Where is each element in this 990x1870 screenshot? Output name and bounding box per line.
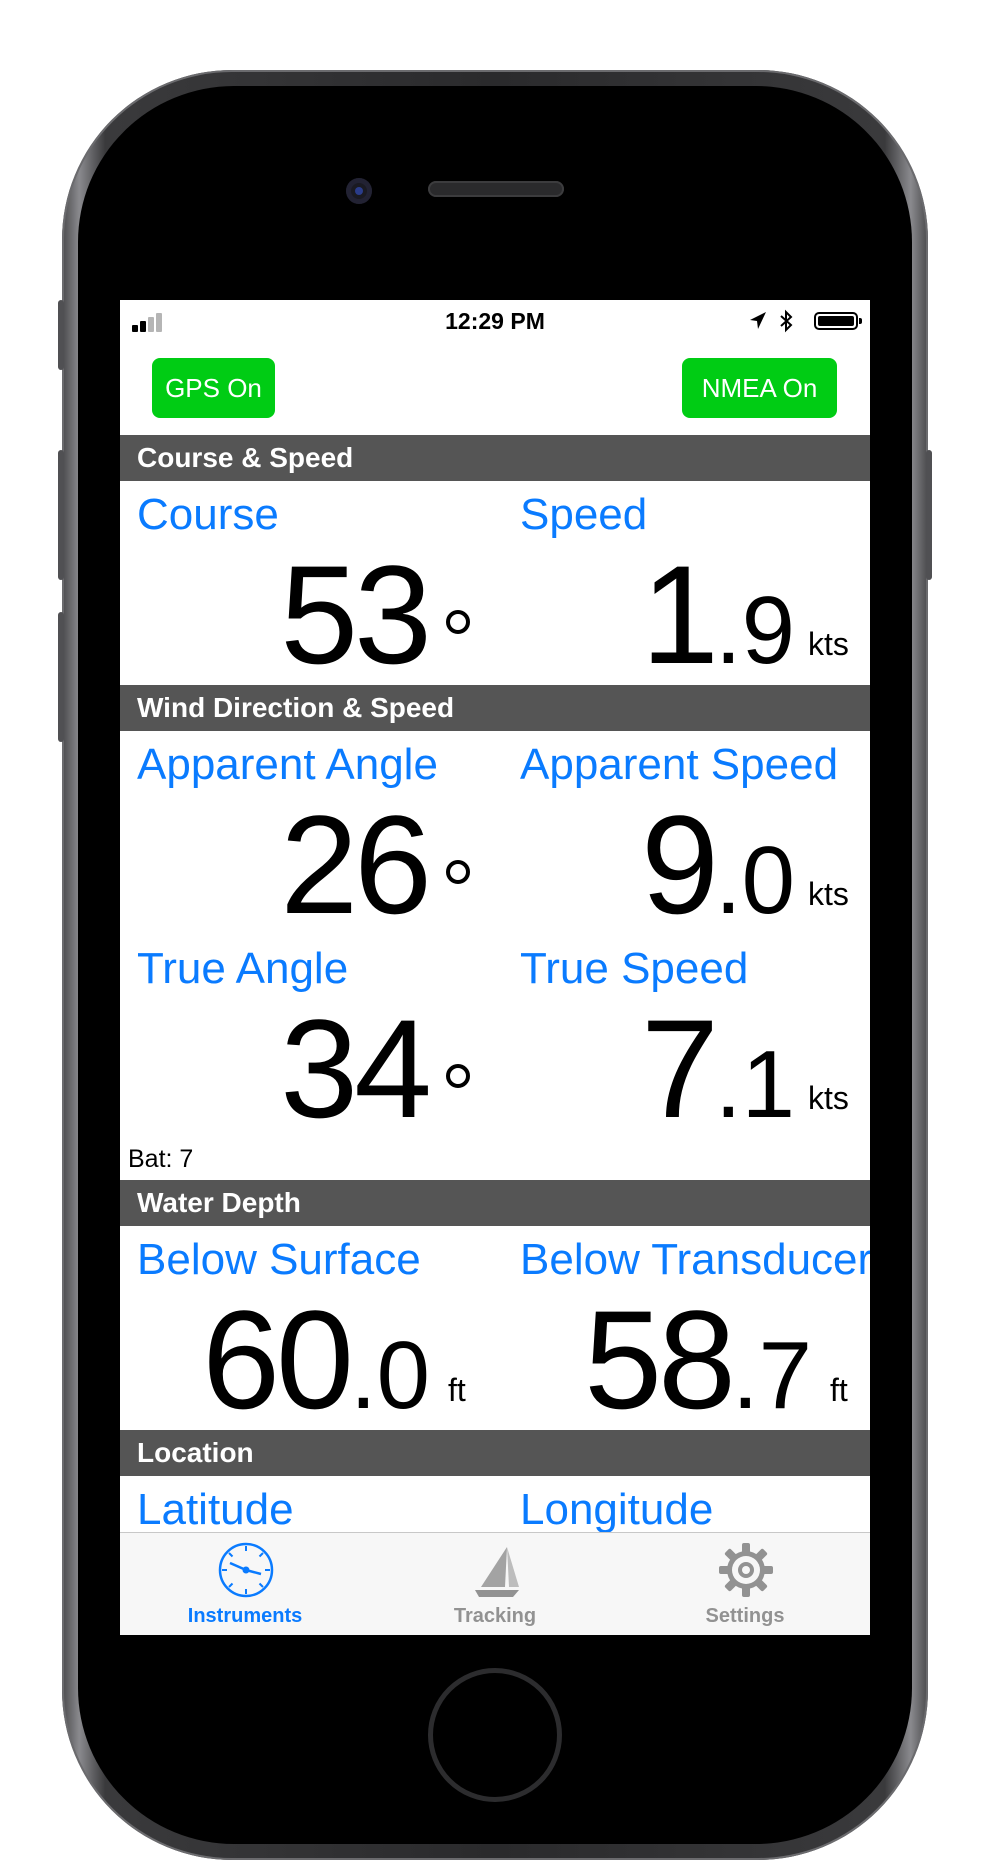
degree-symbol xyxy=(446,610,470,634)
true-speed-value: 7.1 xyxy=(641,988,795,1150)
degree-symbol xyxy=(446,860,470,884)
true-angle-number: 34 xyxy=(280,990,432,1147)
apparent-speed-value: 9.0 xyxy=(641,784,795,946)
section-header-course-speed: Course & Speed xyxy=(120,435,870,481)
course-label: Course xyxy=(137,490,279,539)
below-surface-value: 60.0 xyxy=(202,1279,430,1441)
gps-toggle-button[interactable]: GPS On xyxy=(152,358,275,418)
speed-unit: kts xyxy=(808,626,849,662)
true-angle-value: 34 xyxy=(280,988,432,1150)
volume-down-button xyxy=(58,612,64,742)
degree-symbol xyxy=(446,1064,470,1088)
apparent-speed-label: Apparent Speed xyxy=(520,740,839,789)
true-speed-whole: 7 xyxy=(641,990,719,1147)
earpiece-speaker xyxy=(428,181,564,197)
gauge-icon xyxy=(218,1542,274,1598)
tab-label-instruments: Instruments xyxy=(187,1605,303,1627)
power-button xyxy=(926,450,932,580)
status-bar: 12:29 PM xyxy=(120,300,870,342)
section-header-wind: Wind Direction & Speed xyxy=(120,685,870,731)
apparent-angle-number: 26 xyxy=(280,786,432,943)
below-surface-unit: ft xyxy=(448,1372,466,1408)
section-header-location: Location xyxy=(120,1430,870,1476)
below-surface-decimal: .0 xyxy=(349,1322,430,1429)
section-header-depth: Water Depth xyxy=(120,1180,870,1226)
true-speed-unit: kts xyxy=(808,1080,849,1116)
speed-label: Speed xyxy=(520,490,648,539)
longitude-label: Longitude xyxy=(520,1485,714,1534)
course-value: 53 xyxy=(280,534,432,696)
apparent-angle-value: 26 xyxy=(280,784,432,946)
nmea-toggle-button[interactable]: NMEA On xyxy=(682,358,837,418)
apparent-speed-whole: 9 xyxy=(641,786,719,943)
true-angle-label: True Angle xyxy=(137,944,349,993)
apparent-speed-unit: kts xyxy=(808,876,849,912)
latitude-label: Latitude xyxy=(137,1485,294,1534)
status-icons xyxy=(748,309,862,333)
front-camera xyxy=(346,178,372,204)
speed-decimal: .9 xyxy=(714,577,795,684)
speed-value: 1.9 xyxy=(641,534,795,696)
volume-up-button xyxy=(58,450,64,580)
below-transducer-unit: ft xyxy=(830,1372,848,1408)
below-transducer-decimal: .7 xyxy=(731,1322,812,1429)
below-transducer-whole: 58 xyxy=(584,1281,736,1438)
true-speed-label: True Speed xyxy=(520,944,749,993)
tab-settings[interactable]: Settings xyxy=(620,1533,870,1635)
course-number: 53 xyxy=(280,536,432,693)
home-button[interactable] xyxy=(428,1668,562,1802)
battery-readout: Bat: 7 xyxy=(128,1145,194,1173)
below-transducer-value: 58.7 xyxy=(584,1279,812,1441)
tab-label-settings: Settings xyxy=(705,1605,785,1627)
app-screen: 12:29 PM GPS On NMEA On Course & Speed C… xyxy=(120,300,870,1635)
bluetooth-icon xyxy=(780,309,793,333)
tab-label-tracking: Tracking xyxy=(453,1605,537,1627)
below-transducer-label: Below Transducer xyxy=(520,1235,870,1284)
below-surface-whole: 60 xyxy=(202,1281,354,1438)
speed-whole: 1 xyxy=(641,536,719,693)
tab-tracking[interactable]: Tracking xyxy=(370,1533,620,1635)
tab-instruments[interactable]: Instruments xyxy=(120,1533,370,1635)
apparent-speed-decimal: .0 xyxy=(714,827,795,934)
sailboat-icon xyxy=(475,1547,519,1597)
battery-icon xyxy=(814,312,862,330)
location-arrow-icon xyxy=(750,312,766,329)
apparent-angle-label: Apparent Angle xyxy=(137,740,438,789)
true-speed-decimal: .1 xyxy=(714,1031,795,1138)
mute-switch xyxy=(58,300,64,370)
gear-icon xyxy=(719,1543,773,1597)
tab-bar: Instruments Tracking Settings xyxy=(120,1532,870,1635)
below-surface-label: Below Surface xyxy=(137,1235,421,1284)
